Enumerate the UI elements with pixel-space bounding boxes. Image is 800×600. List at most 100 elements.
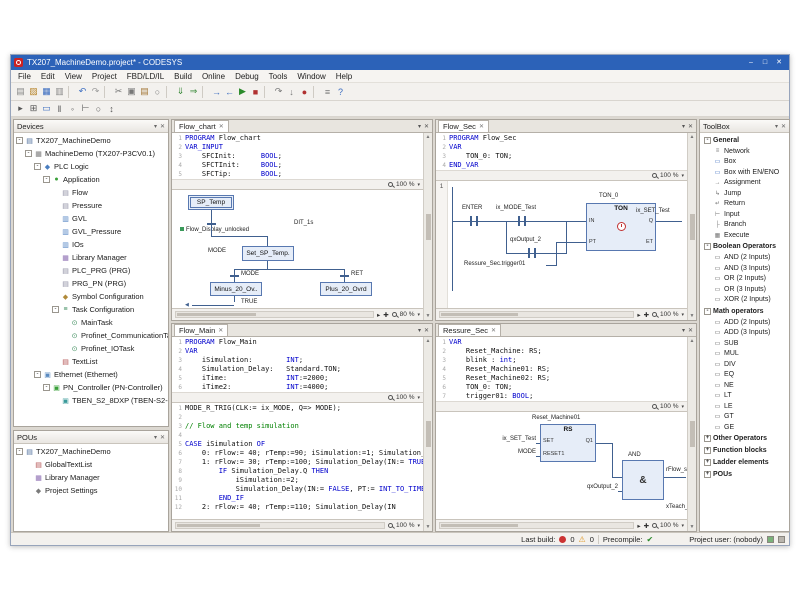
toolbox-item[interactable]: ⊢ Input: [700, 209, 789, 220]
zoom-level[interactable]: 100 %: [660, 172, 678, 179]
tree-expander-icon[interactable]: -: [25, 150, 32, 157]
devices-tree-item[interactable]: ▤ PLC_PRG (PRG): [14, 264, 168, 277]
tab-flow-main[interactable]: Flow_Main ✕: [174, 324, 228, 336]
toolbox-item[interactable]: → Assignment: [700, 178, 789, 189]
pane-close-icon[interactable]: ✕: [424, 123, 429, 130]
toolbox-item[interactable]: ▭ OR (2 Inputs): [700, 274, 789, 285]
tree-expander-icon[interactable]: -: [52, 306, 59, 313]
devices-tree-item[interactable]: ▤ Flow: [14, 186, 168, 199]
minimize-button[interactable]: –: [744, 56, 758, 69]
vertical-scrollbar[interactable]: ▲ ▼: [423, 133, 432, 320]
and-block[interactable]: &: [622, 460, 664, 500]
cut-icon[interactable]: ✂: [112, 85, 125, 99]
select-tool-icon[interactable]: ▸: [14, 102, 27, 116]
zoom-dropdown-icon[interactable]: ▾: [681, 312, 684, 318]
horizontal-scrollbar[interactable]: [175, 522, 385, 529]
declaration-editor[interactable]: 1PROGRAM Flow_chart2VAR_INPUT3 SFCInit: …: [172, 133, 423, 179]
scroll-down-icon[interactable]: ▼: [690, 313, 695, 319]
toolbox-item[interactable]: ▭ OR (3 Inputs): [700, 284, 789, 295]
scrollbar-thumb[interactable]: [177, 313, 256, 316]
tree-expander-icon[interactable]: -: [43, 384, 50, 391]
toolbox-item[interactable]: ▭ LE: [700, 401, 789, 412]
zoom-level[interactable]: 100 %: [660, 403, 678, 410]
options-icon[interactable]: ≡: [321, 85, 334, 99]
tree-expander-icon[interactable]: -: [16, 448, 23, 455]
tree-expander-icon[interactable]: -: [34, 163, 41, 170]
ladder-canvas[interactable]: 1 ENTER ix_MODE_Test qxOutput_2 TON_0: [436, 181, 687, 308]
zoom-level[interactable]: 100 %: [660, 522, 678, 529]
panel-close-icon[interactable]: ✕: [160, 434, 165, 441]
section-expander-icon[interactable]: +: [704, 435, 711, 442]
devices-tree-item[interactable]: - ◆ PLC Logic: [14, 160, 168, 173]
zoom-dropdown-icon[interactable]: ▾: [681, 523, 684, 529]
login-icon[interactable]: →: [210, 85, 223, 99]
tab-close-icon[interactable]: ✕: [218, 327, 223, 334]
scrollbar-thumb[interactable]: [426, 421, 431, 447]
zoom-dropdown-icon[interactable]: ▾: [417, 523, 420, 529]
devices-panel-header[interactable]: Devices ▾ ✕: [14, 120, 168, 133]
toolbox-item[interactable]: + POUs: [700, 469, 789, 481]
zoom-level[interactable]: 100 %: [396, 394, 414, 401]
zoom-tool-icon[interactable]: [652, 523, 657, 528]
menu-item[interactable]: File: [13, 72, 36, 81]
zoom-dropdown-icon[interactable]: ▾: [417, 395, 420, 401]
panel-close-icon[interactable]: ✕: [160, 123, 165, 130]
pous-tree-item[interactable]: - ▤ TX207_MachineDemo: [14, 445, 168, 458]
select-tool-icon[interactable]: ▸: [637, 522, 640, 530]
scroll-down-icon[interactable]: ▼: [426, 524, 431, 530]
close-button[interactable]: ✕: [772, 56, 786, 69]
tab-ressure-sec[interactable]: Ressure_Sec ✕: [438, 324, 501, 336]
scroll-up-icon[interactable]: ▲: [690, 134, 695, 140]
zoom-tool-icon[interactable]: [652, 312, 657, 317]
toggle-breakpoint-icon[interactable]: ●: [298, 85, 311, 99]
pane-close-icon[interactable]: ✕: [688, 123, 693, 130]
devices-tree-item[interactable]: ⊙ MainTask: [14, 316, 168, 329]
logout-icon[interactable]: ←: [223, 85, 236, 99]
zoom-dropdown-icon[interactable]: ▾: [681, 173, 684, 179]
rs-block[interactable]: RS SET RESET1 Q1: [540, 424, 596, 462]
toolbox-item[interactable]: ↵ Return: [700, 199, 789, 210]
section-expander-icon[interactable]: -: [704, 137, 711, 144]
horizontal-scrollbar[interactable]: [175, 311, 374, 318]
scroll-down-icon[interactable]: ▼: [426, 313, 431, 319]
help-icon[interactable]: ?: [334, 85, 347, 99]
zoom-icon[interactable]: [652, 404, 657, 409]
toolbox-item[interactable]: ▭ DIV: [700, 359, 789, 370]
declaration-editor[interactable]: 1PROGRAM Flow_Main2VAR3 iSimulation: INT…: [172, 337, 423, 392]
menu-item[interactable]: Help: [331, 72, 357, 81]
toolbox-item[interactable]: ▭ LT: [700, 391, 789, 402]
panel-close-icon[interactable]: ✕: [781, 123, 786, 130]
toolbox-item[interactable]: ▦ Execute: [700, 230, 789, 241]
st-code-editor[interactable]: 1MODE_R_TRIG(CLK:= ix_MODE, Q=> MODE);23…: [172, 403, 423, 519]
menu-item[interactable]: Build: [169, 72, 197, 81]
zoom-dropdown-icon[interactable]: ▾: [417, 312, 420, 318]
scrollbar-thumb[interactable]: [441, 313, 518, 316]
tab-close-icon[interactable]: ✕: [479, 123, 484, 130]
devices-tree-item[interactable]: ▤ Pressure: [14, 199, 168, 212]
redo-icon[interactable]: ↷: [89, 85, 102, 99]
toolbox-item[interactable]: - General: [700, 134, 789, 146]
menu-item[interactable]: Edit: [36, 72, 60, 81]
sfc-step-minus[interactable]: Minus_20_Ov..: [210, 282, 262, 296]
sfc-step-initial[interactable]: SP_Temp: [188, 195, 234, 210]
zoom-dropdown-icon[interactable]: ▾: [681, 404, 684, 410]
save-project-icon[interactable]: ▦: [40, 85, 53, 99]
toolbox-item[interactable]: ▭ ADD (2 Inputs): [700, 317, 789, 328]
devices-tree-item[interactable]: ◆ Symbol Configuration: [14, 290, 168, 303]
separator[interactable]: [313, 86, 319, 98]
tree-expander-icon[interactable]: -: [16, 137, 23, 144]
toolbox-item[interactable]: ▭ Box: [700, 157, 789, 168]
pane-close-icon[interactable]: ✕: [688, 327, 693, 334]
pane-close-icon[interactable]: ✕: [424, 327, 429, 334]
step-over-icon[interactable]: ↷: [272, 85, 285, 99]
separator[interactable]: [104, 86, 110, 98]
ld-contact-enter[interactable]: [470, 216, 478, 226]
zoom-dropdown-icon[interactable]: ▾: [417, 182, 420, 188]
tree-expander-icon[interactable]: -: [34, 371, 41, 378]
scroll-down-icon[interactable]: ▼: [690, 524, 695, 530]
undo-icon[interactable]: ↶: [76, 85, 89, 99]
scrollbar-thumb[interactable]: [177, 524, 260, 527]
devices-tree-item[interactable]: - ≡ Task Configuration: [14, 303, 168, 316]
insert-contact-icon[interactable]: ‖: [53, 102, 66, 116]
toolbox-item[interactable]: + Function blocks: [700, 445, 789, 457]
